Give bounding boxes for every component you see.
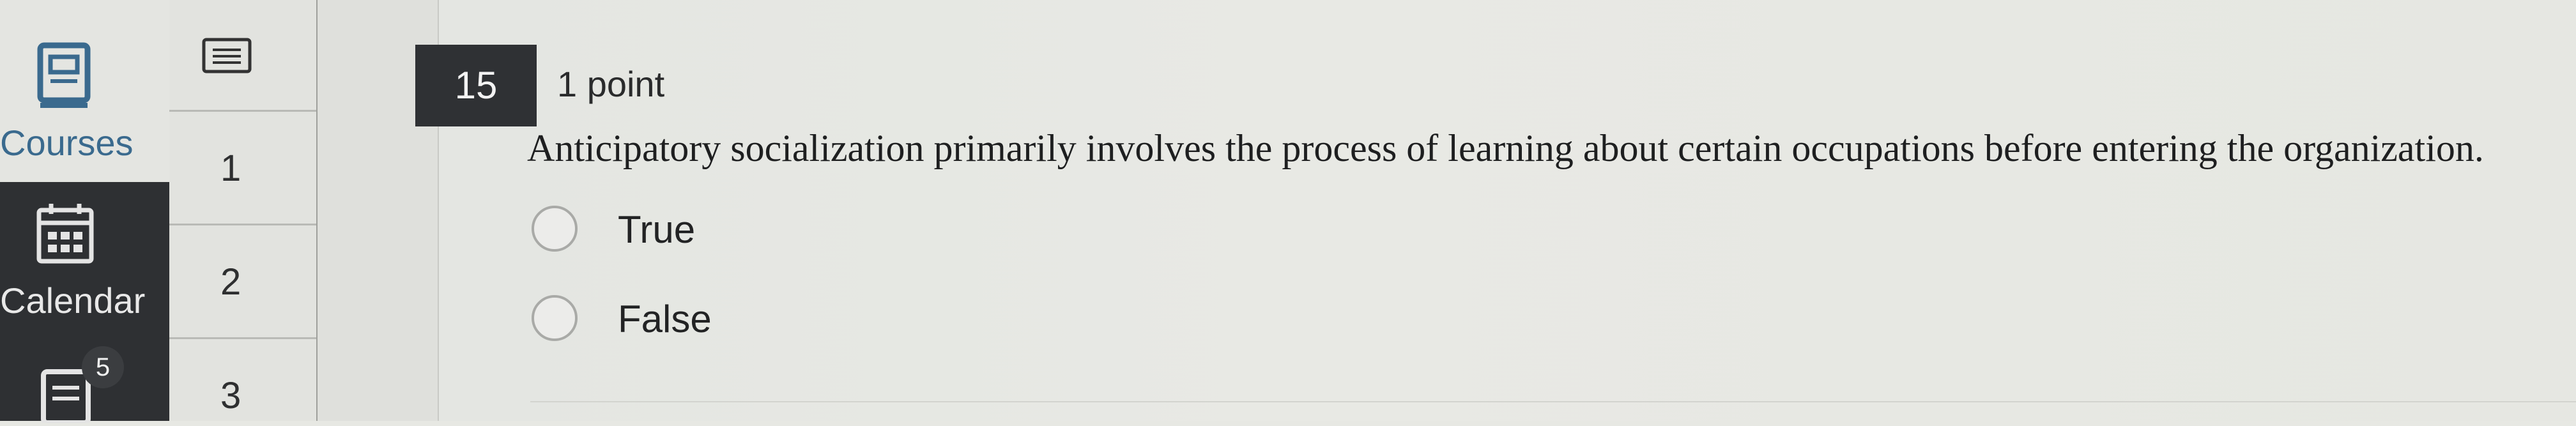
question-nav-number: 1 [220, 148, 241, 189]
answer-option-label[interactable]: False [618, 300, 712, 339]
nav-label-courses: Courses [0, 123, 134, 163]
nav-label-calendar: Calendar [0, 280, 146, 321]
question-text: Anticipatory socialization primarily inv… [527, 127, 2484, 169]
question-nav-number: 3 [220, 375, 241, 416]
question-list-button[interactable] [169, 0, 316, 112]
question-bottom-divider [530, 401, 2576, 402]
notification-badge: 5 [82, 346, 124, 388]
answer-option-label[interactable]: True [618, 211, 695, 249]
radio-button[interactable] [532, 295, 578, 341]
global-nav: Courses Calendar 5 [0, 0, 169, 425]
calendar-icon [35, 202, 96, 270]
radio-button[interactable] [532, 206, 578, 252]
nav-item-calendar[interactable]: Calendar [0, 182, 169, 339]
question-nav-item[interactable]: 3 [169, 339, 316, 421]
question-header [537, 45, 2576, 126]
nav-item-courses[interactable]: Courses [0, 0, 169, 182]
question-nav-item[interactable]: 2 [169, 225, 316, 339]
question-nav-item[interactable]: 1 [169, 112, 316, 225]
nav-item-inbox[interactable]: 5 [0, 339, 169, 425]
courses-book-icon [35, 42, 93, 115]
question-number: 15 [415, 45, 537, 126]
question-nav-number: 2 [220, 261, 241, 303]
question-points: 1 point [557, 64, 665, 104]
question-navigator: 1 2 3 [169, 0, 316, 421]
question-list-icon [201, 37, 252, 79]
